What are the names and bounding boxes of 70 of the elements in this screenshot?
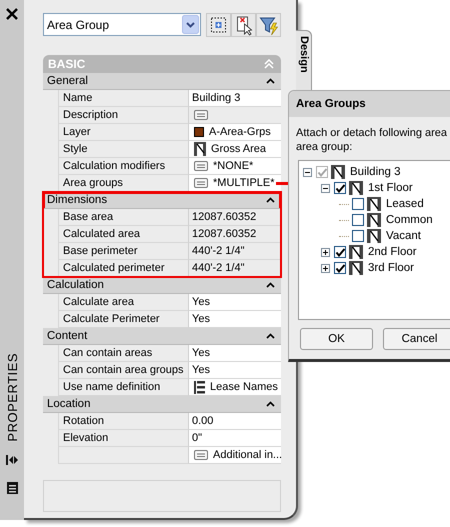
- property-label: Name: [58, 90, 189, 107]
- property-value[interactable]: 12087.60352: [189, 209, 281, 226]
- dialog-title: Area Groups: [296, 98, 366, 110]
- property-label: Base perimeter: [58, 243, 189, 260]
- note-icon[interactable]: [194, 161, 208, 171]
- area-group-icon: [349, 261, 363, 275]
- section-header[interactable]: General: [43, 73, 281, 90]
- area-group-icon: [367, 229, 381, 243]
- property-label: Rotation: [58, 413, 189, 430]
- property-value[interactable]: 0": [189, 430, 281, 447]
- area-group-icon: [349, 181, 363, 195]
- object-type-dropdown[interactable]: Area Group: [43, 13, 201, 36]
- property-label: Style: [58, 141, 189, 158]
- property-value[interactable]: 0.00: [189, 413, 281, 430]
- properties-menu-icon[interactable]: [6, 481, 18, 495]
- property-label: Calculate Perimeter: [58, 311, 189, 328]
- property-value[interactable]: Yes: [189, 362, 281, 379]
- collapse-caret-icon[interactable]: [266, 401, 275, 407]
- property-label: Elevation: [58, 430, 189, 447]
- property-value[interactable]: Yes: [189, 345, 281, 362]
- property-value[interactable]: A-Area-Grps: [189, 124, 281, 141]
- property-value[interactable]: [189, 107, 281, 124]
- property-label: Calculated area: [58, 226, 189, 243]
- property-label: Calculated perimeter: [58, 260, 189, 277]
- palette-title: PROPERTIES: [4, 353, 20, 442]
- section-header[interactable]: Location: [43, 396, 281, 413]
- dialog-text: area group:: [296, 140, 354, 154]
- area-group-icon: [367, 213, 381, 227]
- property-value[interactable]: Yes: [189, 294, 281, 311]
- dialog-button[interactable]: OK: [300, 328, 373, 350]
- area-group-icon: [349, 245, 363, 259]
- property-value[interactable]: Lease Names: [189, 379, 281, 396]
- quick-select-icon[interactable]: [256, 13, 281, 37]
- collapse-caret-icon[interactable]: [266, 197, 275, 203]
- property-value[interactable]: *NONE*: [189, 158, 281, 175]
- property-label: Description: [58, 107, 189, 124]
- dialog-button[interactable]: Cancel: [383, 328, 450, 350]
- section-header[interactable]: Dimensions: [43, 192, 281, 209]
- property-label: Area groups: [58, 175, 189, 192]
- section-header[interactable]: Content: [43, 328, 281, 345]
- select-objects-icon[interactable]: [206, 13, 231, 37]
- note-icon[interactable]: [194, 110, 208, 120]
- property-label: Base area: [58, 209, 189, 226]
- property-value[interactable]: Additional in...: [189, 447, 281, 464]
- property-value[interactable]: 440'-2 1/4": [189, 243, 281, 260]
- property-value[interactable]: Yes: [189, 311, 281, 328]
- collapse-caret-icon[interactable]: [266, 282, 275, 288]
- property-label: Can contain areas: [58, 345, 189, 362]
- property-label: Can contain area groups: [58, 362, 189, 379]
- note-icon[interactable]: [194, 178, 208, 188]
- property-label: Calculation modifiers: [58, 158, 189, 175]
- toggle-pickadd-icon[interactable]: [231, 13, 256, 37]
- property-label: Calculate area: [58, 294, 189, 311]
- area-group-icon: [331, 165, 345, 179]
- close-icon[interactable]: [5, 7, 19, 21]
- area-group-icon: [367, 197, 381, 211]
- property-value[interactable]: *MULTIPLE*: [189, 175, 281, 192]
- area-style-icon: [194, 142, 206, 156]
- dialog-text: Attach or detach following area: [296, 126, 448, 140]
- collapse-caret-icon[interactable]: [266, 333, 275, 339]
- note-icon[interactable]: [194, 450, 208, 460]
- list-icon: [194, 380, 205, 394]
- property-label: Use name definition: [58, 379, 189, 396]
- property-value[interactable]: Gross Area: [189, 141, 281, 158]
- auto-hide-icon[interactable]: [5, 454, 19, 466]
- collapse-caret-icon[interactable]: [266, 78, 275, 84]
- section-header[interactable]: Calculation: [43, 277, 281, 294]
- property-value[interactable]: Building 3: [189, 90, 281, 107]
- property-value[interactable]: 12087.60352: [189, 226, 281, 243]
- property-label: Layer: [58, 124, 189, 141]
